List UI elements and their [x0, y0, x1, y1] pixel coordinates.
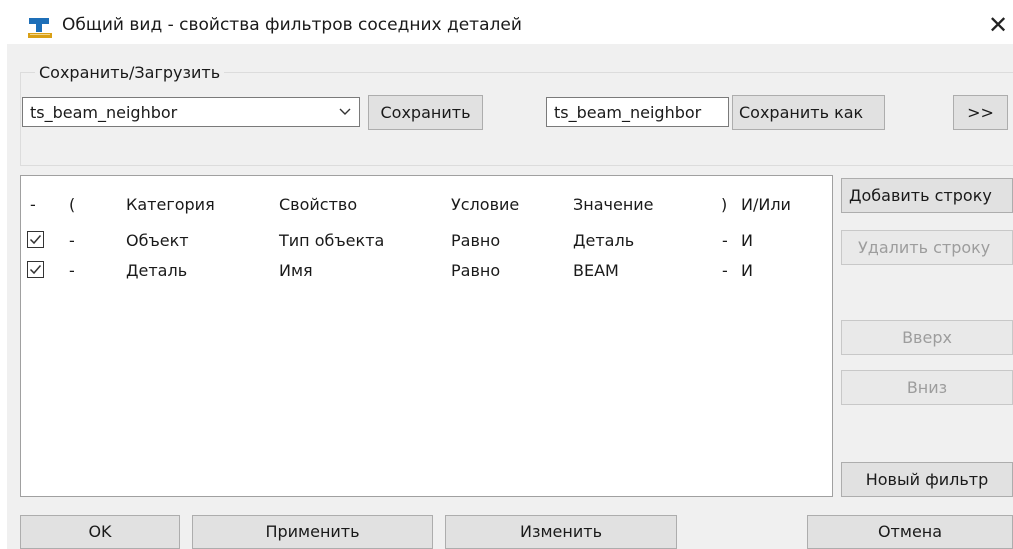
title-bar: Общий вид - свойства фильтров соседних д… [0, 0, 1013, 44]
row-close-paren[interactable]: - [722, 231, 728, 250]
row-condition[interactable]: Равно [451, 231, 500, 250]
save-as-button[interactable]: Сохранить как [732, 95, 885, 130]
checkbox-checked-icon[interactable] [27, 231, 44, 248]
cancel-button[interactable]: Отмена [807, 515, 1013, 549]
table-row[interactable]: - Деталь Имя Равно BEAM - И [21, 258, 832, 284]
column-header-and-or[interactable]: И/Или [741, 195, 791, 214]
preset-combo[interactable]: ts_beam_neighbor [22, 97, 360, 127]
column-header-open-paren[interactable]: ( [69, 195, 75, 214]
column-header-value[interactable]: Значение [573, 195, 654, 214]
new-filter-button[interactable]: Новый фильтр [841, 462, 1013, 497]
row-open-paren[interactable]: - [69, 261, 75, 280]
row-close-paren[interactable]: - [722, 261, 728, 280]
delete-row-button[interactable]: Удалить строку [841, 230, 1013, 265]
preset-combo-value: ts_beam_neighbor [30, 103, 178, 122]
row-value[interactable]: Деталь [573, 231, 634, 250]
ok-button[interactable]: OK [20, 515, 180, 549]
move-up-button[interactable]: Вверх [841, 320, 1013, 355]
row-category[interactable]: Деталь [126, 261, 187, 280]
row-category[interactable]: Объект [126, 231, 189, 250]
table-row[interactable]: - Объект Тип объекта Равно Деталь - И [21, 228, 832, 254]
apply-button[interactable]: Применить [192, 515, 433, 549]
row-value[interactable]: BEAM [573, 261, 619, 280]
close-icon[interactable]: ✕ [983, 10, 1013, 40]
row-property[interactable]: Имя [279, 261, 313, 280]
filter-rules-table[interactable]: - ( Категория Свойство Условие Значение … [20, 175, 833, 497]
column-header-close-paren[interactable]: ) [721, 195, 727, 214]
row-and-or[interactable]: И [741, 231, 753, 250]
tekla-view-icon [28, 18, 52, 38]
filter-properties-dialog: Общий вид - свойства фильтров соседних д… [0, 0, 1013, 549]
checkbox-checked-icon[interactable] [27, 261, 44, 278]
add-row-button[interactable]: Добавить строку [841, 178, 1013, 213]
save-as-name-value: ts_beam_neighbor [554, 103, 702, 122]
modify-button[interactable]: Изменить [445, 515, 677, 549]
row-open-paren[interactable]: - [69, 231, 75, 250]
column-header-category[interactable]: Категория [126, 195, 215, 214]
row-condition[interactable]: Равно [451, 261, 500, 280]
save-as-name-field[interactable]: ts_beam_neighbor [546, 97, 729, 127]
save-load-group-label: Сохранить/Загрузить [35, 63, 225, 82]
row-and-or[interactable]: И [741, 261, 753, 280]
column-header-condition[interactable]: Условие [451, 195, 519, 214]
column-header-enable[interactable]: - [30, 195, 36, 214]
chevron-down-icon[interactable] [339, 107, 351, 117]
save-button[interactable]: Сохранить [368, 95, 483, 130]
expand-button[interactable]: >> [953, 95, 1008, 130]
column-header-property[interactable]: Свойство [279, 195, 357, 214]
row-property[interactable]: Тип объекта [279, 231, 384, 250]
move-down-button[interactable]: Вниз [841, 370, 1013, 405]
window-left-edge [0, 44, 7, 549]
window-title: Общий вид - свойства фильтров соседних д… [62, 15, 522, 35]
